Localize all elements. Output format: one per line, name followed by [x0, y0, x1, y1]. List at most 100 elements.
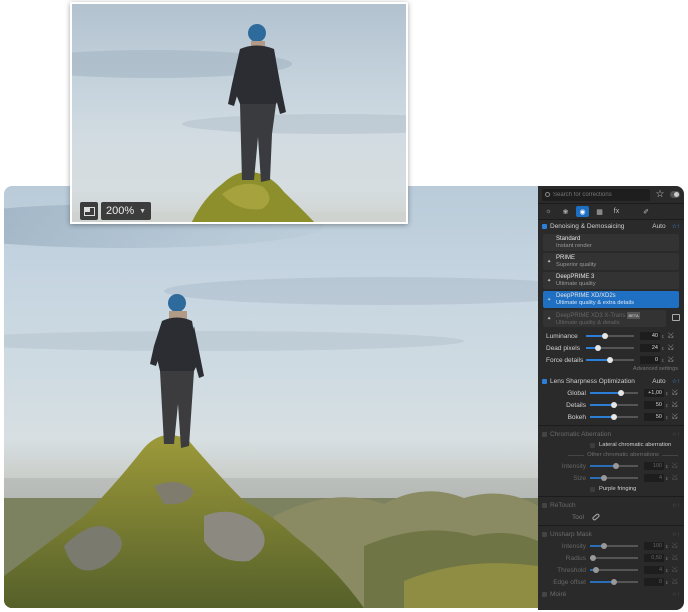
slider-track[interactable] — [590, 402, 638, 408]
reset-icon[interactable]: ⤩ — [668, 344, 674, 352]
reset-icon[interactable]: ⤩ — [672, 578, 678, 586]
lens-sharpness-enable-checkbox[interactable] — [542, 378, 547, 384]
denoise-option-1[interactable]: ✦ PRIME Superior quality — [543, 253, 679, 270]
slider-value-field[interactable]: 100 — [644, 462, 664, 470]
slider-handle[interactable] — [611, 402, 617, 408]
light-tab-icon[interactable]: ☼ — [542, 206, 555, 217]
color-tab-icon[interactable]: ❀ — [559, 206, 572, 217]
chromatic-aberration-header[interactable]: Chromatic Aberration ☆↑ — [538, 428, 684, 440]
reset-icon[interactable]: ⤩ — [668, 332, 674, 340]
slider-track[interactable] — [586, 357, 634, 363]
stepper-icon[interactable]: ⇕ — [665, 415, 669, 420]
slider-handle[interactable] — [611, 579, 617, 585]
panel-toggle-icon[interactable] — [670, 191, 680, 198]
slider-track[interactable] — [590, 579, 638, 585]
reset-icon[interactable]: ⤩ — [672, 401, 678, 409]
stepper-icon[interactable]: ⇕ — [665, 464, 669, 469]
lens-sharpness-mode[interactable]: Auto — [652, 378, 665, 385]
reset-icon[interactable]: ⤩ — [672, 542, 678, 550]
stepper-icon[interactable]: ⇕ — [661, 334, 665, 339]
unsharp-mask-header[interactable]: Unsharp Mask ☆↑ — [538, 528, 684, 540]
slider-track[interactable] — [589, 555, 638, 561]
unsharp-mask-enable-checkbox[interactable] — [542, 531, 547, 537]
comment-icon[interactable] — [672, 314, 680, 321]
moire-enable-checkbox[interactable] — [542, 591, 547, 597]
reset-icon[interactable]: ⤩ — [672, 566, 678, 574]
favorites-star-icon[interactable]: ☆ — [653, 189, 667, 201]
favorite-star-icon[interactable]: ☆↑ — [672, 431, 680, 438]
main-photo-viewer[interactable] — [4, 186, 538, 608]
fx-tab-icon[interactable]: fx — [610, 206, 623, 217]
slider-value-field[interactable]: +1,00 — [644, 389, 664, 397]
stepper-icon[interactable]: ⇕ — [665, 580, 669, 585]
slider-track[interactable] — [590, 463, 638, 469]
slider-value-field[interactable]: 0 — [644, 578, 664, 586]
slider-track[interactable] — [590, 543, 638, 549]
stepper-icon[interactable]: ⇕ — [661, 346, 665, 351]
slider-track[interactable] — [590, 567, 638, 573]
favorite-star-icon[interactable]: ☆↑ — [672, 223, 680, 230]
slider-handle[interactable] — [592, 567, 599, 573]
slider-handle[interactable] — [618, 390, 625, 396]
slider-track[interactable] — [586, 333, 634, 339]
stepper-icon[interactable]: ⇕ — [665, 568, 669, 573]
zoom-level-select[interactable]: 200% ▼ — [101, 202, 151, 220]
stepper-icon[interactable]: ⇕ — [665, 544, 669, 549]
favorite-star-icon[interactable]: ☆↑ — [672, 378, 680, 385]
denoising-enable-checkbox[interactable] — [542, 223, 547, 229]
geometry-tab-icon[interactable]: ▦ — [593, 206, 606, 217]
detail-tab-icon[interactable]: ◉ — [576, 206, 589, 217]
slider-handle[interactable] — [594, 345, 601, 351]
retouch-enable-checkbox[interactable] — [542, 502, 547, 508]
chromatic-aberration-enable-checkbox[interactable] — [542, 431, 547, 437]
reset-icon[interactable]: ⤩ — [672, 474, 678, 482]
slider-track[interactable] — [586, 345, 634, 351]
stepper-icon[interactable]: ⇕ — [665, 476, 669, 481]
purple-fringing-option[interactable]: Purple fringing — [538, 484, 684, 494]
slider-handle[interactable] — [601, 475, 608, 481]
stepper-icon[interactable]: ⇕ — [665, 556, 669, 561]
slider-track[interactable] — [590, 414, 638, 420]
lens-sharpness-header[interactable]: Lens Sharpness Optimization Auto ☆↑ — [538, 375, 684, 387]
favorite-star-icon[interactable]: ☆↑ — [672, 591, 680, 598]
slider-handle[interactable] — [602, 333, 609, 339]
slider-value-field[interactable]: 40 — [640, 332, 660, 340]
slider-value-field[interactable]: 4 — [644, 474, 664, 482]
lateral-ca-checkbox[interactable] — [590, 442, 595, 448]
slider-value-field[interactable]: 100 — [644, 542, 664, 550]
purple-fringing-checkbox[interactable] — [590, 486, 595, 492]
favorite-star-icon[interactable]: ☆↑ — [672, 531, 680, 538]
slider-value-field[interactable]: 24 — [640, 344, 660, 352]
lateral-ca-option[interactable]: Lateral chromatic aberration — [538, 440, 684, 450]
slider-value-field[interactable]: 0,50 — [644, 554, 664, 562]
moire-header[interactable]: Moiré ☆↑ — [538, 588, 684, 600]
slider-track[interactable] — [590, 390, 638, 396]
denoise-option-4[interactable]: ✦ DeepPRIME XD3 X-Trans BETA Ultimate quali… — [543, 310, 680, 327]
denoise-option-3[interactable]: ✦ DeepPRIME XD/XD2s Ultimate quality & ext… — [543, 291, 679, 308]
retouch-header[interactable]: ReTouch ☆↑ — [538, 499, 684, 511]
slider-value-field[interactable]: 4 — [644, 566, 664, 574]
slider-handle[interactable] — [607, 357, 613, 363]
viewer-mode-button[interactable] — [80, 202, 98, 220]
slider-track[interactable] — [590, 475, 638, 481]
reset-icon[interactable]: ⤩ — [672, 554, 678, 562]
slider-value-field[interactable]: 0 — [640, 356, 660, 364]
favorite-star-icon[interactable]: ☆↑ — [672, 502, 680, 509]
slider-handle[interactable] — [589, 555, 596, 561]
denoise-option-2[interactable]: ✦ DeepPRIME 3 Ultimate quality — [543, 272, 679, 289]
stepper-icon[interactable]: ⇕ — [665, 391, 669, 396]
stepper-icon[interactable]: ⇕ — [661, 358, 665, 363]
local-adjust-tab-icon[interactable]: ✐ — [633, 206, 659, 217]
search-input[interactable] — [553, 191, 643, 198]
advanced-settings-link[interactable]: Advanced settings — [538, 366, 684, 375]
denoising-header[interactable]: Denoising & Demosaicing Auto ☆↑ — [538, 220, 684, 232]
slider-value-field[interactable]: 50 — [644, 413, 664, 421]
reset-icon[interactable]: ⤩ — [672, 413, 678, 421]
denoising-mode[interactable]: Auto — [652, 223, 665, 230]
slider-value-field[interactable]: 50 — [644, 401, 664, 409]
reset-icon[interactable]: ⤩ — [672, 462, 678, 470]
reset-icon[interactable]: ⤩ — [668, 356, 674, 364]
stepper-icon[interactable]: ⇕ — [665, 403, 669, 408]
retouch-brush-icon[interactable] — [591, 512, 601, 522]
slider-handle[interactable] — [613, 463, 620, 469]
